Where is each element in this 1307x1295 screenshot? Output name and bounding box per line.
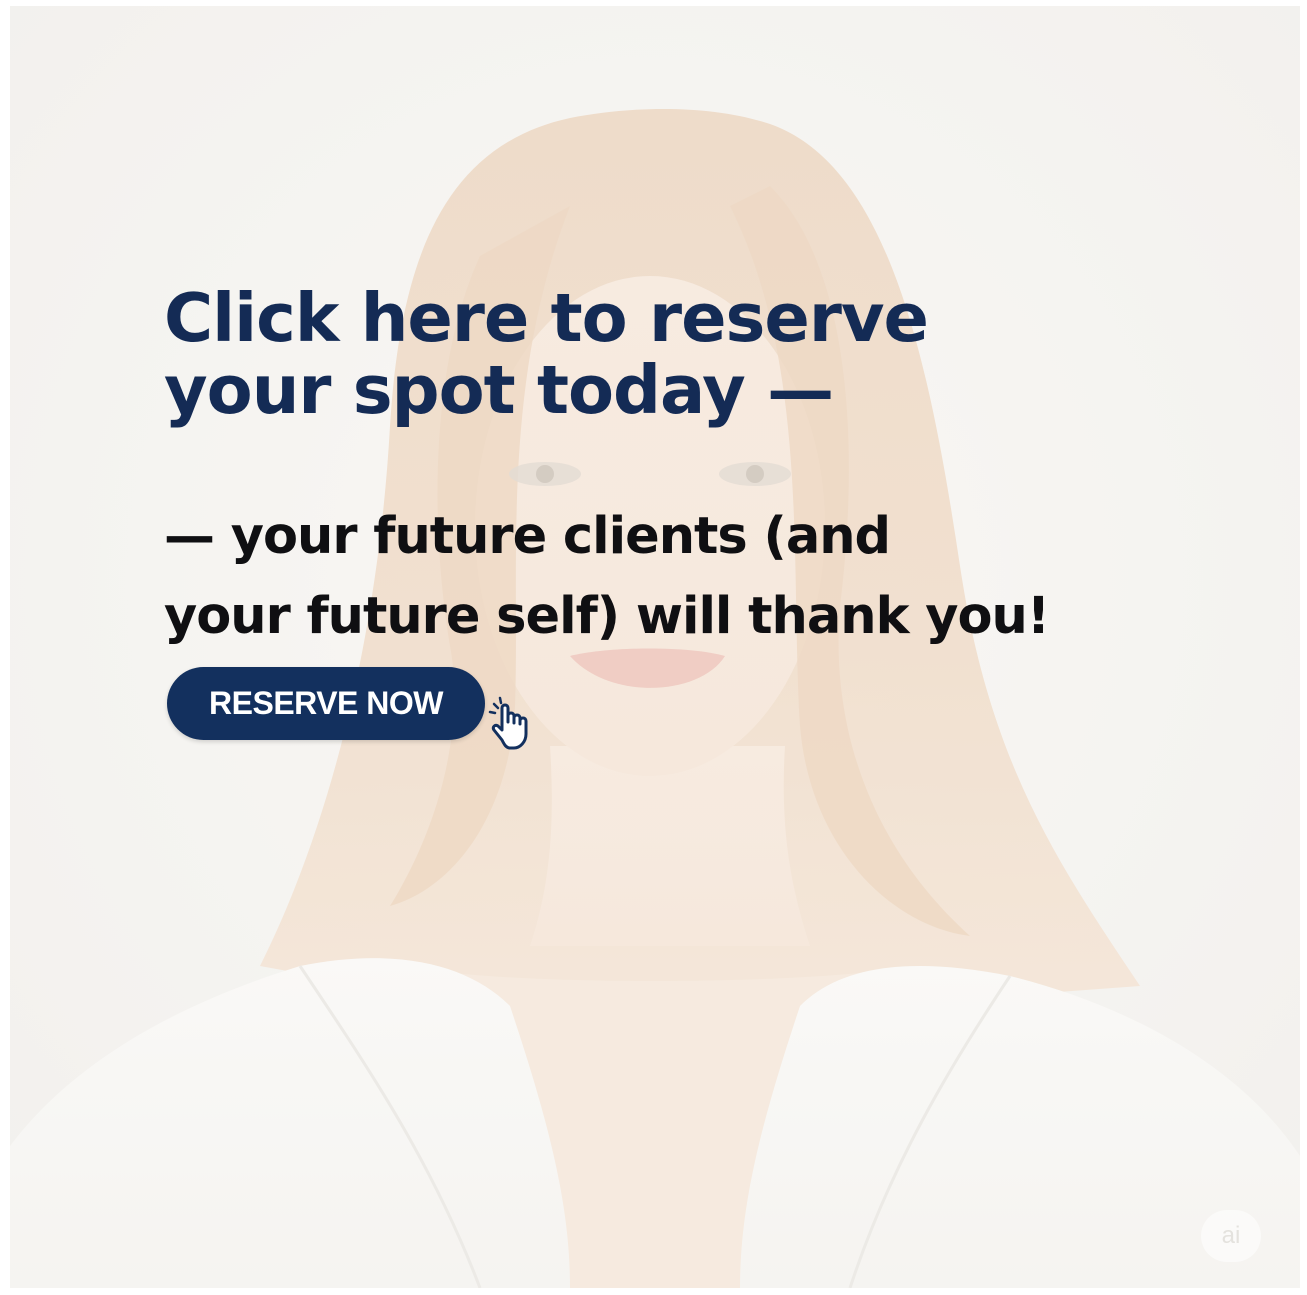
pointer-hand-icon bbox=[488, 696, 528, 750]
headline-line-1: Click here to reserve bbox=[164, 279, 929, 357]
ai-watermark: ai bbox=[1201, 1210, 1261, 1262]
headline: Click here to reserve your spot today — bbox=[164, 279, 929, 429]
headline-line-2: your spot today — bbox=[164, 351, 834, 429]
subheadline: — your future clients (and your future s… bbox=[164, 497, 1050, 657]
subheadline-line-1: — your future clients (and bbox=[164, 507, 891, 566]
subheadline-line-2: your future self) will thank you! bbox=[164, 587, 1050, 646]
ad-canvas: Click here to reserve your spot today — … bbox=[10, 6, 1300, 1288]
reserve-now-button[interactable]: RESERVE NOW bbox=[167, 667, 485, 740]
